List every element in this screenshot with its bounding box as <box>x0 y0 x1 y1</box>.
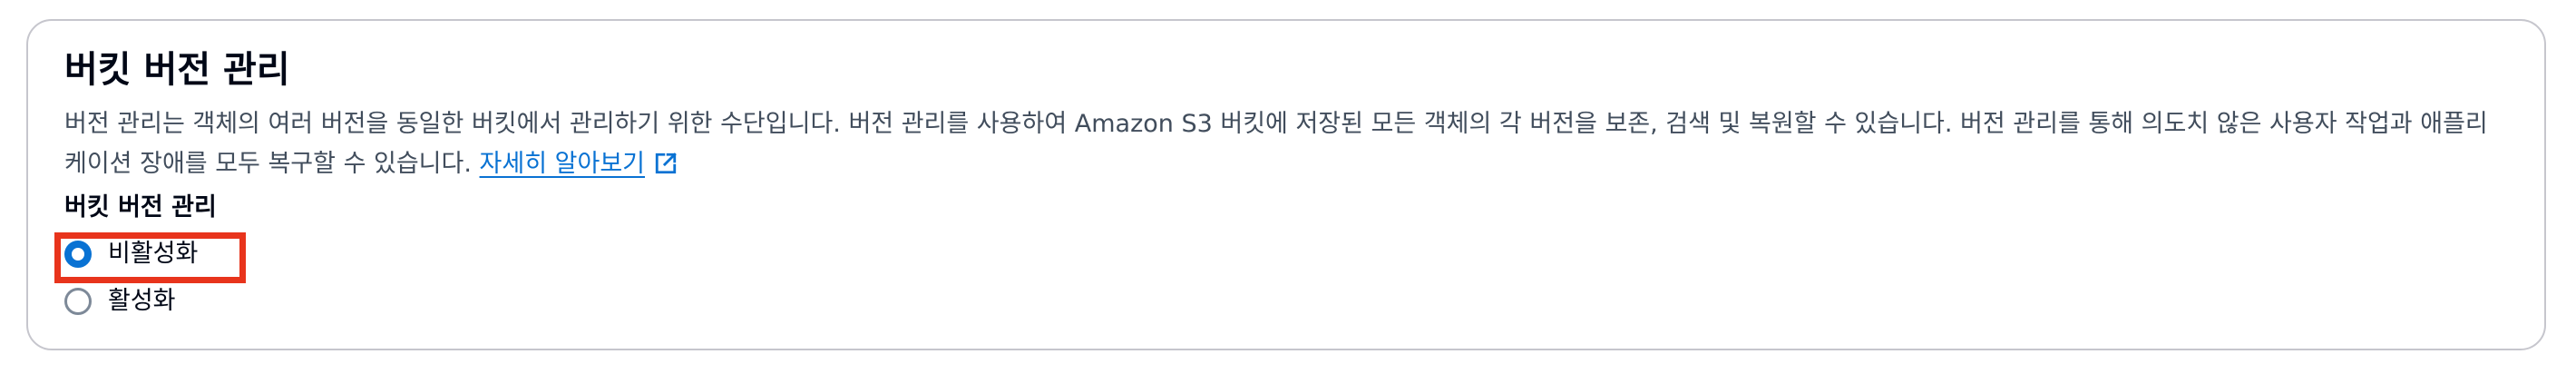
radio-enable-button[interactable] <box>64 288 92 315</box>
learn-more-label: 자세히 알아보기 <box>479 150 645 178</box>
external-link-icon <box>655 153 677 174</box>
radio-enable-label: 활성화 <box>108 287 176 315</box>
radio-disable-button[interactable] <box>64 241 92 268</box>
radio-disable-label: 비활성화 <box>108 240 199 268</box>
radio-enable-option[interactable]: 활성화 <box>64 280 176 323</box>
learn-more-link[interactable]: 자세히 알아보기 <box>480 150 678 178</box>
panel-description: 버전 관리는 객체의 여러 버전을 동일한 버킷에서 관리하기 위한 수단입니다… <box>64 104 2504 184</box>
description-text: 버전 관리는 객체의 여러 버전을 동일한 버킷에서 관리하기 위한 수단입니다… <box>64 110 2488 178</box>
radio-disable-option[interactable]: 비활성화 <box>64 232 198 276</box>
versioning-group-label: 버킷 버전 관리 <box>64 193 217 221</box>
panel-title: 버킷 버전 관리 <box>64 49 290 91</box>
bucket-versioning-panel: 버킷 버전 관리 버전 관리는 객체의 여러 버전을 동일한 버킷에서 관리하기… <box>26 19 2546 350</box>
